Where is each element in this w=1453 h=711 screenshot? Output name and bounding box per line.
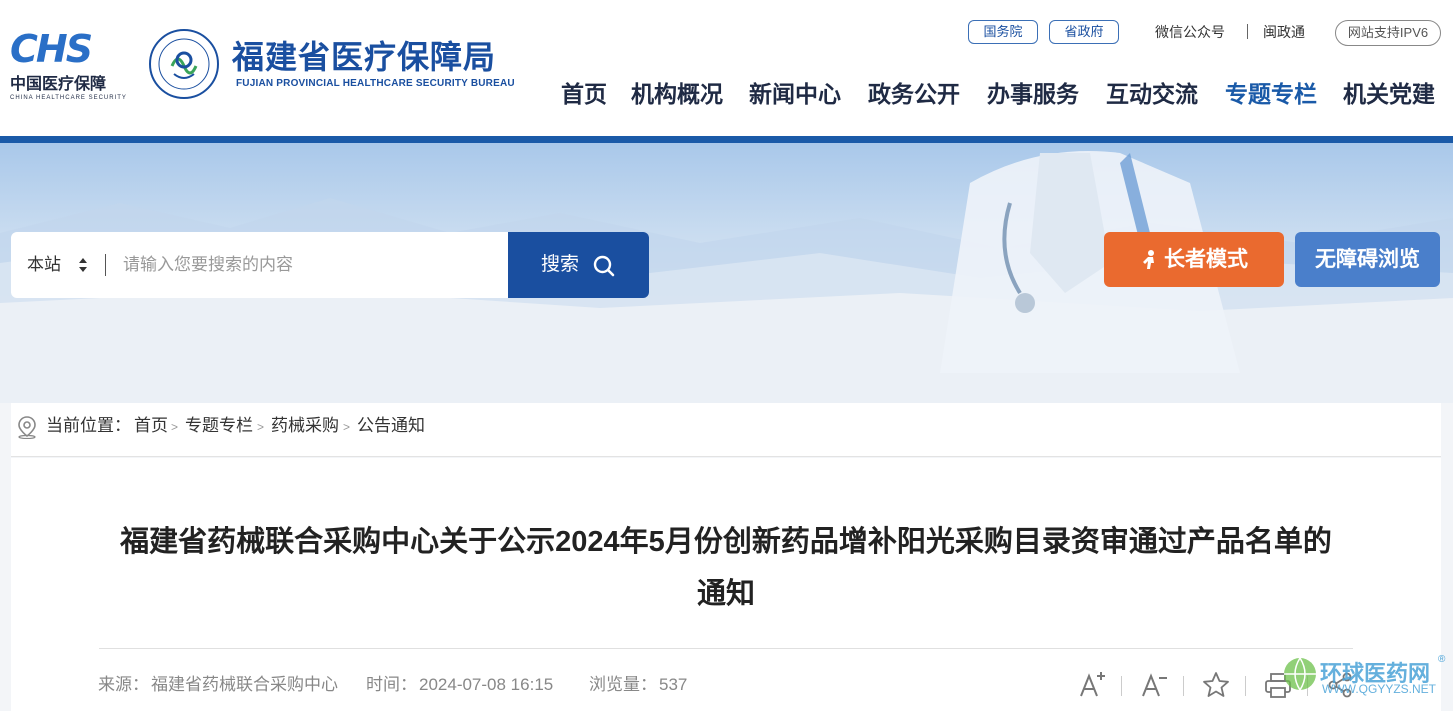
nav-about[interactable]: 机构概况	[631, 78, 723, 110]
wechat-link[interactable]: 微信公众号	[1155, 22, 1225, 42]
bureau-name: 福建省医疗保障局	[232, 39, 497, 75]
watermark-en: WWW.QGYYZS.NET	[1322, 682, 1436, 696]
nav-special-topics[interactable]: 专题专栏	[1225, 78, 1317, 110]
nav-party-building[interactable]: 机关党建	[1343, 78, 1435, 110]
accessible-browse-button[interactable]: 无障碍浏览	[1295, 232, 1440, 287]
chs-logo-en: CHINA HEALTHCARE SECURITY	[10, 95, 127, 101]
toolbar-divider	[1183, 676, 1184, 696]
breadcrumb-procurement[interactable]: 药械采购	[271, 415, 339, 437]
article-title: 福建省药械联合采购中心关于公示2024年5月份创新药品增补阳光采购目录资审通过产…	[120, 526, 1332, 610]
search-button[interactable]: 搜索	[508, 232, 649, 298]
province-gov-link[interactable]: 省政府	[1049, 20, 1119, 44]
elder-icon	[1143, 250, 1154, 269]
title-divider	[99, 648, 1353, 649]
article: 福建省药械联合采购中心关于公示2024年5月份创新药品增补阳光采购目录资审通过产…	[11, 458, 1441, 711]
watermark: 环球医药网 WWW.QGYYZS.NET ®	[1280, 652, 1450, 702]
breadcrumb-separator: >	[343, 420, 351, 434]
watermark-registered: ®	[1438, 654, 1446, 665]
search-button-label: 搜索	[541, 254, 580, 275]
site-header: CHS 中国医疗保障 CHINA HEALTHCARE SECURITY 福建省…	[0, 0, 1453, 136]
toolbar-divider	[1245, 676, 1246, 696]
font-increase-icon[interactable]	[1077, 670, 1107, 700]
top-link-divider	[1247, 24, 1248, 39]
breadcrumb-announcements[interactable]: 公告通知	[357, 415, 425, 437]
elder-mode-label: 长者模式	[1164, 248, 1248, 271]
nav-gov-affairs[interactable]: 政务公开	[868, 78, 960, 110]
minzhengtong-link[interactable]: 闽政通	[1263, 22, 1305, 42]
globe-icon	[1284, 657, 1316, 692]
search-icon	[593, 255, 615, 277]
bureau-seal-icon[interactable]	[148, 28, 220, 100]
views-label: 浏览量：	[589, 675, 657, 694]
header-accent-bar	[0, 136, 1453, 143]
nav-home[interactable]: 首页	[561, 78, 607, 110]
chs-logo-cn: 中国医疗保障	[10, 76, 107, 93]
chevron-updown-icon[interactable]	[77, 256, 89, 274]
breadcrumb-label: 当前位置：	[46, 416, 131, 435]
source-label: 来源：	[98, 675, 149, 694]
search-divider	[105, 254, 106, 276]
ipv6-badge: 网站支持IPV6	[1335, 20, 1441, 46]
time-label: 时间：	[366, 675, 417, 694]
article-source: 福建省药械联合采购中心	[151, 675, 338, 694]
elder-mode-button[interactable]: 长者模式	[1104, 232, 1284, 287]
font-decrease-icon[interactable]	[1139, 670, 1169, 700]
breadcrumb: 当前位置： 首页 > 专题专栏 > 药械采购 > 公告通知	[11, 403, 1441, 457]
breadcrumb-home[interactable]: 首页	[134, 415, 168, 437]
views-count: 537	[659, 675, 688, 694]
bureau-name-en: FUJIAN PROVINCIAL HEALTHCARE SECURITY BU…	[236, 78, 515, 89]
chs-logo-mark: CHS	[10, 27, 93, 71]
nav-interaction[interactable]: 互动交流	[1106, 78, 1198, 110]
article-time: 2024-07-08 16:15	[419, 675, 554, 694]
search-box: 本站	[11, 232, 508, 298]
search-scope-select[interactable]: 本站	[27, 254, 61, 276]
location-pin-icon	[18, 416, 36, 439]
search-input[interactable]	[123, 250, 493, 280]
breadcrumb-separator: >	[257, 420, 265, 434]
nav-services[interactable]: 办事服务	[987, 78, 1079, 110]
breadcrumb-special-topics[interactable]: 专题专栏	[185, 415, 253, 437]
breadcrumb-separator: >	[171, 420, 179, 434]
chs-logo[interactable]: CHS 中国医疗保障 CHINA HEALTHCARE SECURITY	[10, 27, 127, 101]
star-icon[interactable]	[1201, 670, 1231, 700]
nav-news[interactable]: 新闻中心	[749, 78, 841, 110]
state-council-link[interactable]: 国务院	[968, 20, 1038, 44]
toolbar-divider	[1121, 676, 1122, 696]
